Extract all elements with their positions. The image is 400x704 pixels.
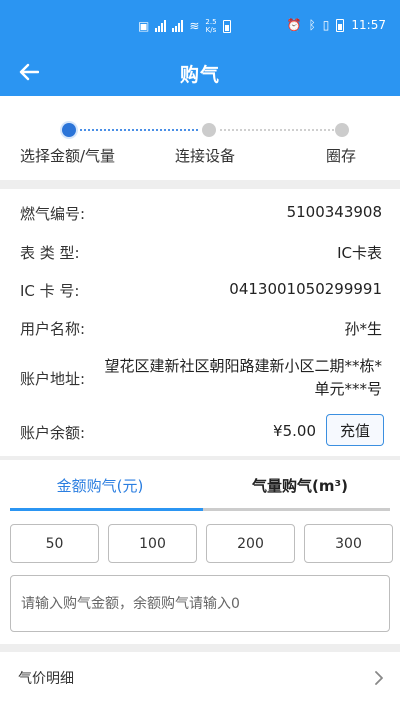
step-label-select-amount: 选择金额/气量	[20, 147, 116, 165]
step-label-connect-device: 连接设备	[175, 147, 236, 165]
page-title: 购气	[179, 64, 220, 86]
battery-saver-icon	[222, 19, 231, 33]
step-dot-select-amount	[62, 123, 76, 137]
step-label-load-card: 圈存	[326, 147, 357, 165]
wifi-icon: ≋	[189, 19, 200, 33]
amount-option-300[interactable]: 300	[304, 524, 393, 563]
recharge-button[interactable]: 充值	[326, 414, 384, 446]
status-time: 11:57	[351, 18, 386, 32]
progress-steps: 选择金额/气量 连接设备 圈存	[0, 96, 400, 180]
user-name-label: 用户名称:	[20, 320, 86, 338]
balance-value: ¥5.00	[273, 422, 316, 440]
status-left-icons: ▣ ≋ 2.5 K/s	[138, 16, 231, 36]
amount-option-100[interactable]: 100	[108, 524, 197, 563]
price-detail-label: 气价明细	[18, 671, 74, 687]
meter-type-label: 表 类 型:	[20, 244, 80, 262]
step-connector-2	[220, 129, 334, 131]
tab-indicator	[10, 508, 203, 511]
balance-label: 账户余额:	[20, 424, 86, 442]
sim-card-icon: ▣	[138, 19, 150, 33]
ic-card-value: 0413001050299991	[229, 280, 382, 298]
signal-icon	[155, 20, 167, 32]
amount-option-200[interactable]: 200	[206, 524, 295, 563]
vibrate-icon: ▯	[322, 18, 330, 32]
title-bar: 购气	[0, 48, 400, 96]
meter-type-value: IC卡表	[337, 244, 382, 262]
step-dot-connect-device	[202, 123, 216, 137]
address-value: 望花区建新社区朝阳路建新小区二期**栋*单元***号	[104, 357, 382, 398]
chevron-right-icon	[375, 671, 383, 685]
app-header: ▣ ≋ 2.5 K/s ⏰ ᛒ ▯ 11:57 购气	[0, 0, 400, 96]
net-speed-unit: K/s	[205, 26, 217, 34]
address-label: 账户地址:	[20, 370, 86, 388]
net-speed: 2.5 K/s	[205, 18, 216, 34]
gas-number-value: 5100343908	[286, 203, 382, 221]
ic-card-label: IC 卡 号:	[20, 282, 80, 300]
gas-number-label: 燃气编号:	[20, 205, 86, 223]
step-dot-load-card	[335, 123, 349, 137]
status-right-icons: ⏰ ᛒ ▯ 11:57	[287, 14, 386, 36]
status-bar: ▣ ≋ 2.5 K/s ⏰ ᛒ ▯ 11:57	[0, 0, 400, 48]
bluetooth-icon: ᛒ	[308, 18, 316, 32]
alarm-icon: ⏰	[286, 18, 302, 32]
net-speed-value: 2.5	[205, 18, 217, 26]
tab-amount-purchase[interactable]: 金额购气(元)	[0, 460, 200, 510]
address-row: 账户地址: 望花区建新社区朝阳路建新小区二期**栋*单元***号	[0, 355, 400, 405]
amount-option-50[interactable]: 50	[10, 524, 99, 563]
price-detail-row[interactable]: 气价明细	[0, 652, 400, 704]
purchase-panel: 金额购气(元) 气量购气(m³) 50 100 200 300	[0, 460, 400, 644]
amount-input[interactable]	[10, 575, 390, 632]
step-connector-1	[80, 129, 198, 131]
user-name-value: 孙*生	[344, 320, 382, 338]
tab-volume-purchase[interactable]: 气量购气(m³)	[200, 460, 400, 510]
account-info-panel: 燃气编号: 5100343908 表 类 型: IC卡表 IC 卡 号: 041…	[0, 189, 400, 456]
signal-icon-2	[172, 20, 184, 32]
battery-icon	[336, 18, 345, 32]
